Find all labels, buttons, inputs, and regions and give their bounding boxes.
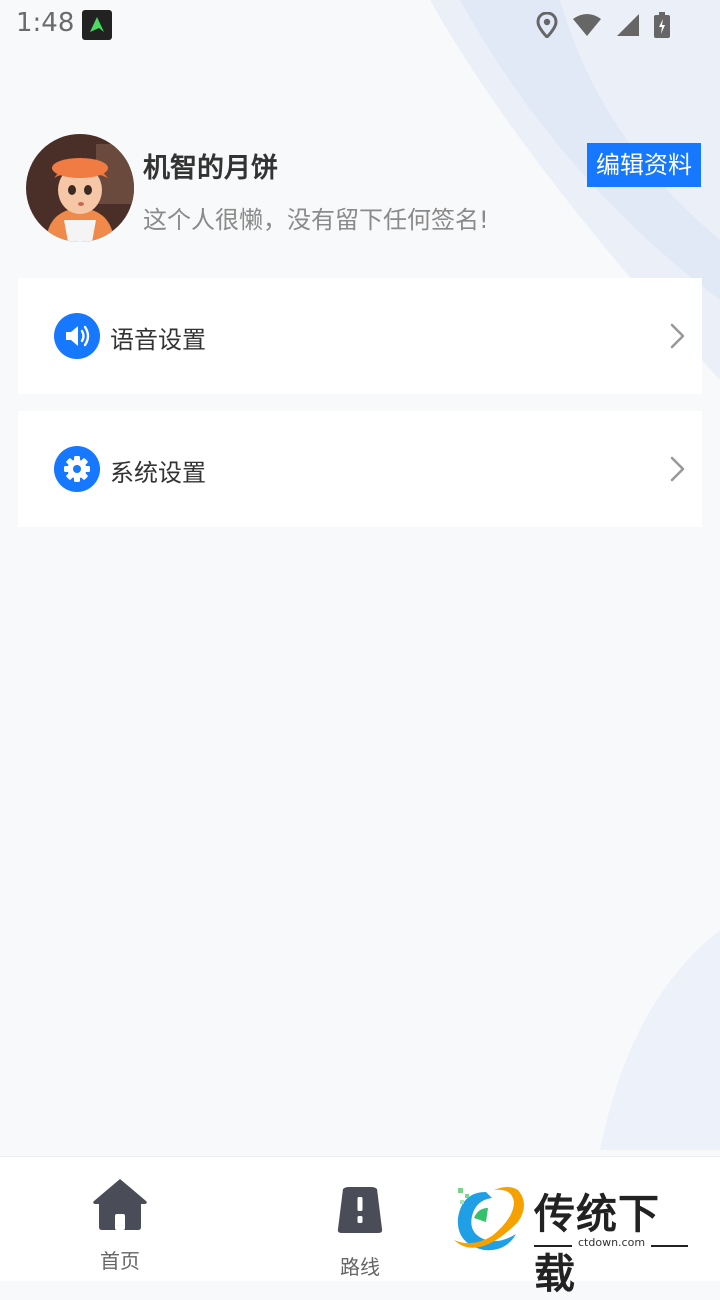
voice-settings-label: 语音设置 <box>110 326 206 354</box>
chevron-right-icon <box>670 456 685 482</box>
route-icon <box>337 1187 383 1233</box>
status-bar: 1:48 <box>0 0 720 50</box>
nav-route-label: 路线 <box>340 1255 380 1279</box>
location-icon <box>536 12 558 38</box>
nav-home-label: 首页 <box>100 1249 140 1273</box>
system-settings-item[interactable]: 系统设置 <box>18 411 702 527</box>
chevron-right-icon <box>670 323 685 349</box>
speaker-icon <box>54 313 100 359</box>
nav-route[interactable]: 路线 <box>280 1157 440 1281</box>
app-notification-icon <box>82 10 112 40</box>
watermark-logo: 传统下载 ctdown.com <box>448 1178 698 1298</box>
avatar-illustration <box>26 134 134 242</box>
signal-icon <box>617 14 639 36</box>
user-nickname: 机智的月饼 <box>143 153 278 184</box>
status-time: 1:48 <box>16 8 75 38</box>
watermark-url: ctdown.com <box>572 1236 652 1249</box>
home-icon <box>93 1179 147 1230</box>
voice-settings-item[interactable]: 语音设置 <box>18 278 702 394</box>
nav-home[interactable]: 首页 <box>40 1157 200 1281</box>
wifi-icon <box>573 14 601 36</box>
profile-header: 机智的月饼 这个人很懒，没有留下任何签名! 编辑资料 <box>0 130 720 250</box>
user-signature: 这个人很懒，没有留下任何签名! <box>143 206 489 234</box>
system-settings-label: 系统设置 <box>110 459 206 487</box>
edit-profile-button[interactable]: 编辑资料 <box>587 143 701 187</box>
gear-icon <box>54 446 100 492</box>
watermark-icon <box>454 1187 524 1251</box>
avatar[interactable] <box>26 134 134 242</box>
battery-icon <box>654 12 670 38</box>
